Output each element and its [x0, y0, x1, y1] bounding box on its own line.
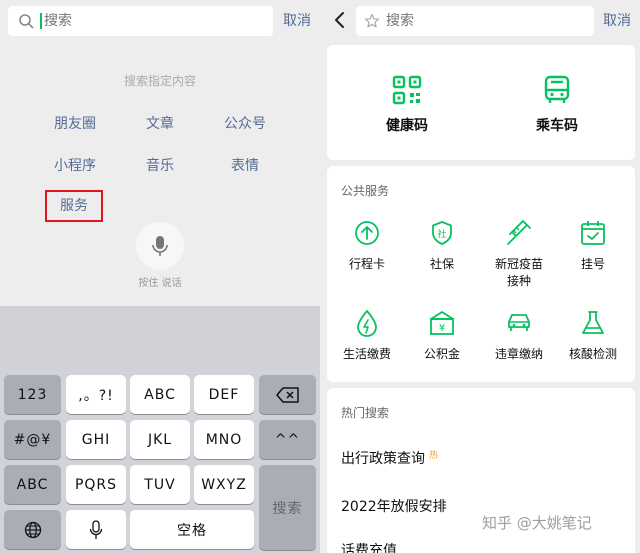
service-label: 违章缴纳 — [494, 347, 543, 361]
key-abc[interactable]: ABC — [130, 375, 190, 414]
category-stickers[interactable]: 表情 — [205, 155, 285, 175]
left-panel: 取消 搜索指定内容 朋友圈 文章 公众号 小程序 音乐 表情 服务 按住 说话 … — [0, 0, 320, 553]
category-official-accounts[interactable]: 公众号 — [205, 113, 285, 133]
water-drop-icon — [357, 310, 377, 337]
key-def[interactable]: DEF — [194, 375, 254, 414]
flask-icon — [582, 311, 604, 334]
service-label: 公积金 — [423, 347, 460, 361]
search-bar[interactable] — [8, 6, 273, 36]
key-123[interactable]: 123 — [4, 375, 61, 414]
shield-icon: 社 — [432, 221, 452, 245]
service-label: 核酸检测 — [568, 347, 617, 361]
service-search-bar[interactable] — [356, 6, 594, 36]
category-mini-programs[interactable]: 小程序 — [35, 155, 115, 175]
health-code-item[interactable]: 健康码 — [347, 75, 467, 135]
key-jkl[interactable]: JKL — [130, 420, 190, 459]
key-punctuation[interactable]: ,。?! — [66, 375, 126, 414]
bus-code-label: 乘车码 — [536, 118, 578, 134]
key-mic[interactable] — [66, 510, 126, 549]
service-label: 新冠疫苗 接种 — [494, 257, 543, 288]
service-social-security[interactable]: 社 社保 — [402, 218, 482, 273]
category-services[interactable]: 服务 — [45, 190, 103, 222]
hot-badge: 热 — [429, 451, 439, 461]
backspace-icon — [275, 386, 299, 403]
key-globe[interactable] — [4, 510, 61, 549]
service-traffic-fine[interactable]: 违章缴纳 — [479, 308, 559, 363]
keyboard-candidate-bar — [0, 306, 320, 368]
hot-search-title: 热门搜索 — [341, 406, 390, 420]
service-label: 挂号 — [580, 257, 605, 271]
svg-text:社: 社 — [437, 228, 446, 240]
service-housing-fund[interactable]: ¥ 公积金 — [402, 308, 482, 363]
key-ghi[interactable]: GHI — [66, 420, 126, 459]
service-registration[interactable]: 挂号 — [553, 218, 633, 273]
service-covid-vaccine[interactable]: 新冠疫苗 接种 — [479, 218, 559, 290]
watermark: 知乎 @大姚笔记 — [482, 514, 592, 532]
key-backspace[interactable] — [259, 375, 316, 414]
calendar-check-icon — [581, 221, 605, 245]
qr-code-icon — [392, 75, 422, 105]
search-icon — [18, 13, 34, 29]
hot-search-text: 出行政策查询 — [341, 451, 425, 467]
key-search[interactable]: 搜索 — [259, 465, 316, 550]
hot-search-item[interactable]: 出行政策查询热 — [341, 448, 438, 468]
bus-icon — [544, 75, 570, 103]
key-emoticon[interactable]: ^^ — [259, 420, 316, 459]
star-icon — [364, 13, 380, 28]
microphone-icon — [152, 236, 168, 256]
bus-code-item[interactable]: 乘车码 — [497, 75, 617, 135]
globe-icon — [24, 521, 41, 538]
service-label: 行程卡 — [348, 257, 385, 271]
keyboard-microphone-icon — [89, 519, 103, 539]
search-hint: 搜索指定内容 — [123, 74, 196, 88]
syringe-icon — [507, 220, 531, 245]
category-music[interactable]: 音乐 — [120, 155, 200, 175]
key-wxyz[interactable]: WXYZ — [194, 465, 254, 504]
public-services-card: 公共服务 行程卡 社 社保 新冠疫苗 接种 挂号 生活缴费 ¥ 公积金 违章缴纳 — [327, 166, 635, 382]
key-pqrs[interactable]: PQRS — [66, 465, 126, 504]
voice-button[interactable] — [136, 222, 184, 270]
arrow-up-circle-icon — [355, 221, 379, 245]
text-cursor — [40, 13, 42, 29]
key-space[interactable]: 空格 — [130, 510, 254, 549]
service-label: 社保 — [429, 257, 454, 271]
keyboard: 123 ,。?! ABC DEF #@¥ GHI JKL MNO ^^ ABC … — [0, 368, 320, 553]
key-mno[interactable]: MNO — [194, 420, 254, 459]
service-itinerary-card[interactable]: 行程卡 — [327, 218, 407, 273]
search-input[interactable] — [44, 13, 244, 29]
right-header: 取消 — [322, 0, 640, 42]
key-abc-mode[interactable]: ABC — [4, 465, 61, 504]
category-articles[interactable]: 文章 — [120, 113, 200, 133]
bank-icon: ¥ — [430, 311, 454, 335]
cancel-button[interactable]: 取消 — [283, 10, 311, 30]
public-services-title: 公共服务 — [341, 184, 390, 198]
right-cancel-button[interactable]: 取消 — [603, 10, 631, 30]
hot-search-item[interactable]: 2022年放假安排 — [341, 496, 447, 516]
quick-codes-card: 健康码 乘车码 — [327, 45, 635, 160]
health-code-label: 健康码 — [386, 118, 428, 134]
hot-search-item[interactable]: 话费充值 — [341, 540, 397, 553]
right-panel: 取消 健康码 — [322, 0, 640, 553]
key-symbols[interactable]: #@¥ — [4, 420, 61, 459]
back-icon[interactable] — [330, 10, 350, 30]
category-moments[interactable]: 朋友圈 — [35, 113, 115, 133]
svg-text:¥: ¥ — [439, 323, 445, 334]
service-search-input[interactable] — [386, 13, 566, 29]
service-utility-payment[interactable]: 生活缴费 — [327, 308, 407, 363]
key-tuv[interactable]: TUV — [130, 465, 190, 504]
service-label: 生活缴费 — [342, 347, 391, 361]
service-nucleic-test[interactable]: 核酸检测 — [553, 308, 633, 363]
voice-label: 按住 说话 — [138, 278, 182, 289]
car-icon — [508, 314, 530, 331]
